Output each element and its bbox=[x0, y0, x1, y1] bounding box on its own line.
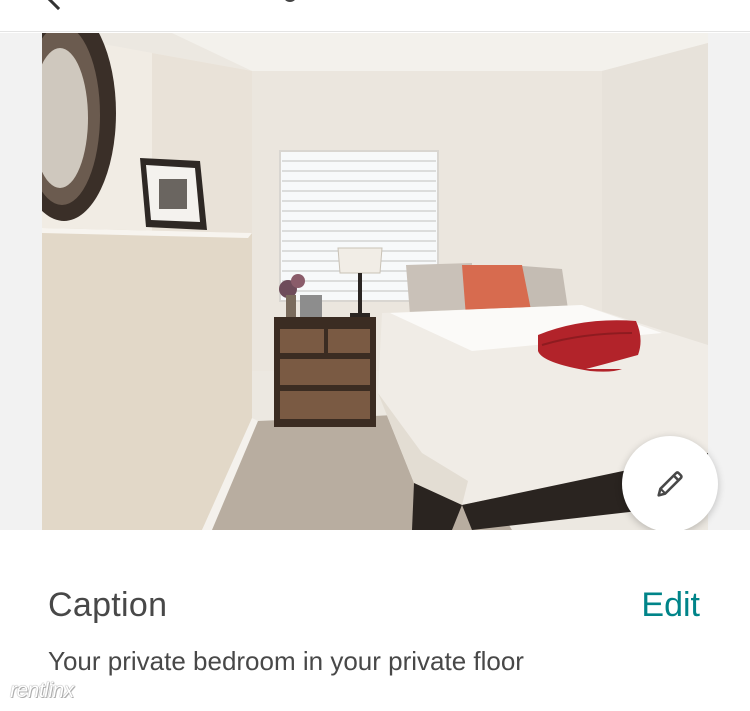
photo-container bbox=[0, 33, 750, 532]
back-icon[interactable] bbox=[43, 0, 73, 11]
edit-caption-link[interactable]: Edit bbox=[641, 586, 700, 625]
caption-heading: Caption bbox=[48, 586, 168, 624]
caption-text: Your private bedroom in your private flo… bbox=[48, 646, 524, 676]
pencil-icon bbox=[657, 471, 683, 497]
edit-photo-button[interactable] bbox=[622, 436, 718, 532]
top-navigation-bar bbox=[0, 0, 750, 32]
caption-section: Caption Edit Your private bedroom in you… bbox=[0, 530, 750, 711]
header-title-fragment bbox=[283, 0, 297, 2]
watermark-logo: rentlinx bbox=[10, 679, 74, 702]
listing-photo[interactable] bbox=[42, 33, 708, 530]
photo-caption-screen: Caption Edit Your private bedroom in you… bbox=[0, 0, 750, 711]
